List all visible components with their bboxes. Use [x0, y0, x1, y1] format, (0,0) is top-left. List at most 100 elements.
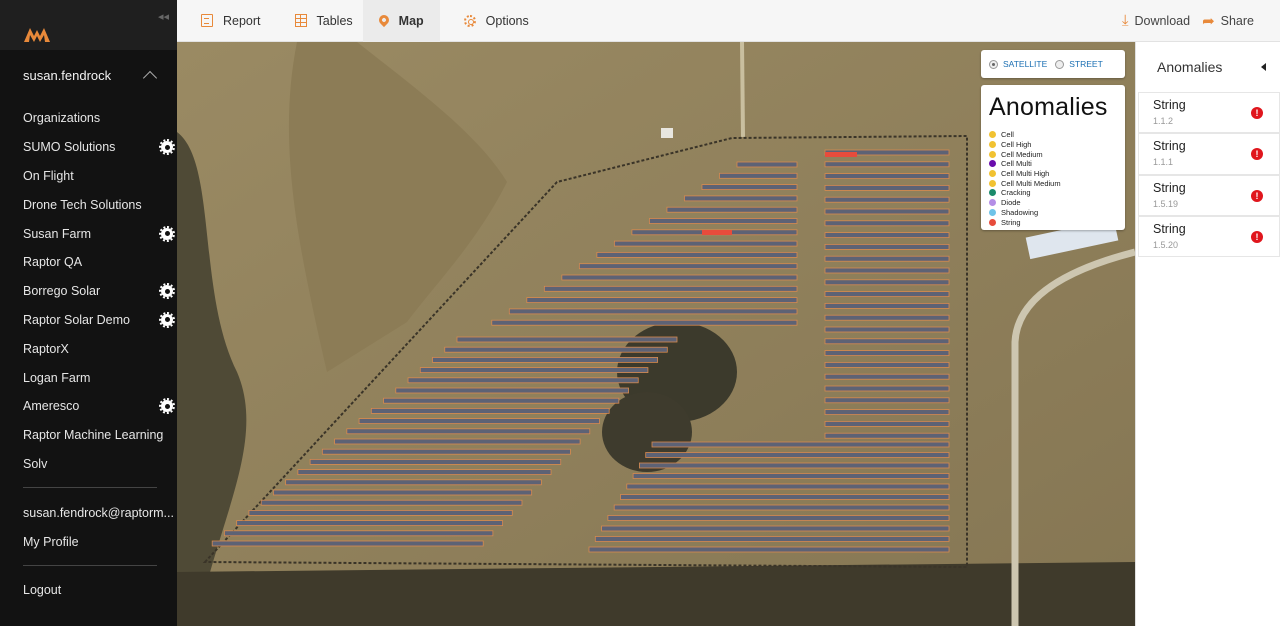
legend-title: Anomalies	[989, 93, 1108, 121]
solar-panel-row	[632, 473, 950, 479]
solar-panel-row	[651, 441, 950, 448]
alert-icon: !	[1251, 230, 1263, 243]
legend-label: Shadowing	[1001, 207, 1039, 217]
table-icon	[294, 14, 307, 27]
solar-panel-row	[824, 397, 950, 404]
solar-panel-row	[370, 407, 610, 414]
legend-item: Cell	[989, 130, 1117, 140]
org-label: Drone Tech Solutions	[23, 197, 142, 212]
solar-panel-row	[824, 173, 950, 180]
satellite-radio[interactable]	[989, 59, 998, 69]
solar-panel-row	[321, 448, 571, 455]
my-profile-link[interactable]: My Profile	[0, 527, 177, 556]
sidebar-org-item[interactable]: Raptor QA	[0, 248, 177, 277]
anomaly-card[interactable]: String 1.1.2!	[1138, 92, 1280, 134]
top-toolbar: Report Tables Map Options ⤓ Download ➦ S…	[177, 0, 1280, 42]
solar-panel-row	[824, 196, 950, 203]
legend-color-dot	[989, 141, 996, 149]
raptor-logo	[24, 28, 50, 42]
satellite-option[interactable]: SATELLITE	[989, 59, 1047, 69]
sidebar-org-item[interactable]: Solv	[0, 450, 177, 479]
legend-list: Cell Cell High Cell Medium Cell Multi Cell M…	[989, 130, 1117, 227]
sidebar-org-item[interactable]: Raptor Machine Learning	[0, 421, 177, 450]
sidebar-org-item[interactable]: Borrego Solar	[0, 277, 177, 306]
gear-icon[interactable]	[159, 139, 175, 156]
legend-color-dot	[989, 131, 996, 139]
legend-color-dot	[989, 150, 996, 158]
download-button[interactable]: ⤓ Download	[1122, 12, 1190, 29]
org-label: RaptorX	[23, 341, 69, 356]
street-option[interactable]: STREET	[1055, 59, 1103, 69]
alert-icon: !	[1251, 189, 1263, 202]
anomalies-panel: Anomalies String 1.1.2! String 1.1.1! String…	[1135, 42, 1280, 626]
anomaly-card[interactable]: String 1.5.19!	[1138, 174, 1280, 216]
tab-report[interactable]: Report	[177, 0, 271, 42]
solar-panel-row	[824, 232, 950, 239]
user-menu-toggle[interactable]: susan.fendrock	[0, 50, 177, 100]
solar-panel-row	[719, 172, 798, 179]
share-button[interactable]: ➦ Share	[1202, 12, 1254, 30]
sidebar-org-item[interactable]: Ameresco	[0, 392, 177, 421]
solar-panel-row	[432, 356, 659, 363]
solar-panel-row	[358, 418, 600, 425]
anomaly-card[interactable]: String 1.1.1!	[1138, 133, 1280, 175]
tab-tables[interactable]: Tables	[271, 0, 363, 42]
logout-link[interactable]: Logout	[0, 576, 177, 605]
tab-label: Options	[485, 13, 529, 28]
solar-panel-row	[596, 251, 798, 258]
org-label: Logan Farm	[23, 370, 91, 385]
string-anomaly-marker[interactable]	[702, 230, 732, 235]
sidebar-org-item[interactable]: On Flight	[0, 162, 177, 191]
solar-panel-row	[273, 489, 533, 496]
anomaly-card[interactable]: String 1.5.20!	[1138, 215, 1280, 258]
tab-label: Tables	[316, 13, 353, 28]
solar-panel-row	[684, 195, 798, 202]
string-anomaly-marker[interactable]	[825, 152, 857, 157]
sidebar-org-item[interactable]: RaptorX	[0, 334, 177, 363]
solar-panel-row	[824, 350, 950, 357]
solar-panel-row	[578, 263, 798, 270]
legend-item: Diode	[989, 198, 1117, 208]
gear-icon[interactable]	[159, 311, 175, 328]
sidebar-org-item[interactable]: Raptor Solar Demo	[0, 306, 177, 335]
sidebar-org-item[interactable]: Susan Farm	[0, 219, 177, 248]
gear-icon[interactable]	[159, 283, 175, 300]
sidebar-org-item[interactable]: SUMO Solutions	[0, 133, 177, 162]
legend-label: Diode	[1001, 198, 1021, 208]
legend-label: Cell Medium	[1001, 149, 1043, 159]
legend-item: Cell Multi High	[989, 169, 1117, 179]
brand-bar: ◂◂	[0, 0, 177, 50]
solar-panel-row	[526, 297, 798, 304]
solar-panel-row	[419, 367, 649, 374]
solar-panel-row	[588, 546, 950, 553]
org-label: SUMO Solutions	[23, 140, 116, 155]
satellite-label: SATELLITE	[1003, 59, 1048, 69]
solar-panel-row	[824, 184, 950, 191]
solar-panel-row	[543, 285, 798, 292]
organization-list: Organizations SUMO Solutions On Flight Dron…	[0, 104, 177, 478]
sidebar-org-item[interactable]: Logan Farm	[0, 363, 177, 392]
org-label: On Flight	[23, 168, 74, 183]
org-label: Raptor Machine Learning	[23, 428, 164, 443]
collapse-sidebar-icon[interactable]: ◂◂	[158, 10, 169, 23]
legend-color-dot	[989, 218, 996, 226]
gear-icon[interactable]	[159, 225, 175, 242]
solar-panel-row	[444, 346, 668, 353]
gear-icon[interactable]	[159, 398, 175, 415]
legend-item: Cell Multi	[989, 159, 1117, 169]
sidebar-org-item[interactable]: Drone Tech Solutions	[0, 190, 177, 219]
collapse-panel-icon[interactable]	[1261, 63, 1266, 71]
legend-item: Cell High	[989, 140, 1117, 150]
solar-panel-row	[824, 161, 950, 168]
legend-label: Cell Multi Medium	[1001, 178, 1061, 188]
legend-item: String	[989, 217, 1117, 227]
tab-map[interactable]: Map	[362, 0, 440, 42]
legend-item: Shadowing	[989, 208, 1117, 218]
username-label: susan.fendrock	[23, 67, 112, 83]
satellite-map[interactable]: SATELLITE STREET Anomalies Cell Cell High…	[177, 42, 1135, 626]
street-radio[interactable]	[1055, 59, 1065, 69]
tab-options[interactable]: Options	[440, 0, 539, 42]
solar-panel-row	[824, 432, 950, 439]
gear-icon	[463, 14, 476, 27]
sidebar-org-item[interactable]: Organizations	[0, 104, 177, 133]
